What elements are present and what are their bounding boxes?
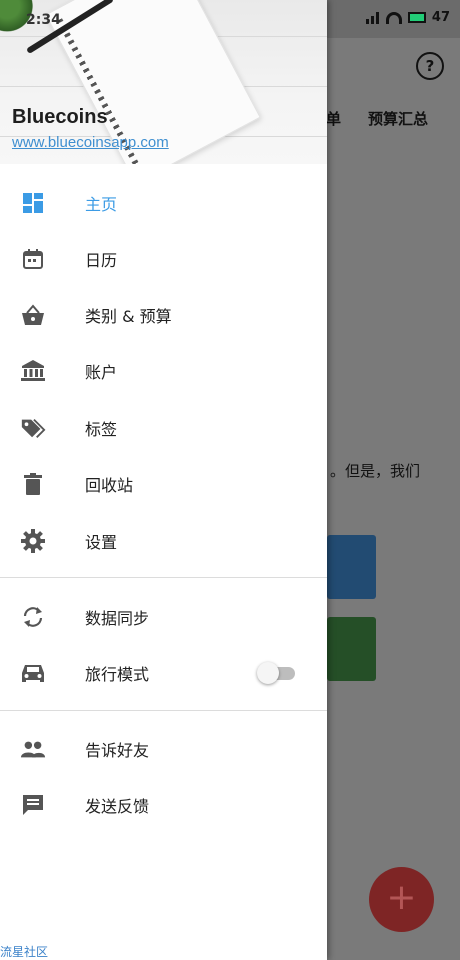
wifi-icon xyxy=(385,11,402,24)
signal-icon xyxy=(365,11,380,24)
drawer-item-label: 旅行模式 xyxy=(85,665,150,684)
drawer-item-label: 数据同步 xyxy=(85,609,150,628)
drawer-item-data-sync[interactable]: 数据同步 xyxy=(0,589,327,645)
drawer-item-settings[interactable]: 设置 xyxy=(0,513,327,569)
drawer-item-home[interactable]: 主页 xyxy=(0,175,327,231)
summary-card-green[interactable] xyxy=(327,617,376,681)
drawer-header: 2:34 Bluecoins www.bluecoinsapp.com xyxy=(0,0,327,164)
tab-budget-summary[interactable]: 预算汇总 xyxy=(368,108,428,129)
watermark: 流星社区 xyxy=(0,945,49,959)
navigation-drawer: 2:34 Bluecoins www.bluecoinsapp.com 主页 日… xyxy=(0,0,327,960)
status-icons: 47 xyxy=(365,10,450,25)
drawer-item-label: 账户 xyxy=(85,363,118,382)
tags-icon xyxy=(20,415,46,441)
drawer-item-tell-friends[interactable]: 告诉好友 xyxy=(0,721,327,777)
battery-icon xyxy=(407,12,426,23)
calendar-icon xyxy=(20,246,46,272)
tab-list[interactable]: 单 xyxy=(326,108,341,129)
drawer-item-label: 告诉好友 xyxy=(85,741,150,760)
drawer-item-label: 类别 & 预算 xyxy=(85,307,172,326)
people-icon xyxy=(20,736,46,762)
drawer-divider xyxy=(0,577,327,578)
gear-icon xyxy=(20,528,46,554)
sync-icon xyxy=(20,604,46,630)
drawer-item-label: 日历 xyxy=(85,251,118,270)
help-icon[interactable]: ? xyxy=(416,52,444,80)
drawer-item-label: 发送反馈 xyxy=(85,797,150,816)
drawer-item-tags[interactable]: 标签 xyxy=(0,400,327,456)
travel-mode-toggle[interactable] xyxy=(257,662,297,684)
drawer-item-label: 回收站 xyxy=(85,476,134,495)
drawer-item-label: 标签 xyxy=(85,420,118,439)
drawer-item-trash[interactable]: 回收站 xyxy=(0,456,327,512)
drawer-item-calendar[interactable]: 日历 xyxy=(0,231,327,287)
drawer-item-label: 主页 xyxy=(85,195,118,214)
drawer-item-label: 设置 xyxy=(85,533,118,552)
battery-level: 47 xyxy=(431,10,450,25)
app-name: Bluecoins xyxy=(12,106,108,128)
drawer-item-categories-budget[interactable]: 类别 & 预算 xyxy=(0,287,327,343)
dashboard-icon xyxy=(20,190,46,216)
drawer-divider xyxy=(0,710,327,711)
basket-icon xyxy=(20,302,46,328)
background-body-text: 。但是，我们 xyxy=(330,462,421,480)
car-icon xyxy=(20,660,46,686)
website-link[interactable]: www.bluecoinsapp.com xyxy=(12,134,169,151)
feedback-icon xyxy=(20,792,46,818)
drawer-item-travel-mode[interactable]: 旅行模式 xyxy=(0,645,327,701)
summary-card-blue[interactable] xyxy=(327,535,376,599)
bank-icon xyxy=(20,358,46,384)
drawer-item-accounts[interactable]: 账户 xyxy=(0,343,327,399)
trash-icon xyxy=(20,471,46,497)
drawer-item-send-feedback[interactable]: 发送反馈 xyxy=(0,777,327,833)
add-transaction-button[interactable]: + xyxy=(369,867,434,932)
status-time: 2:34 xyxy=(26,12,61,28)
